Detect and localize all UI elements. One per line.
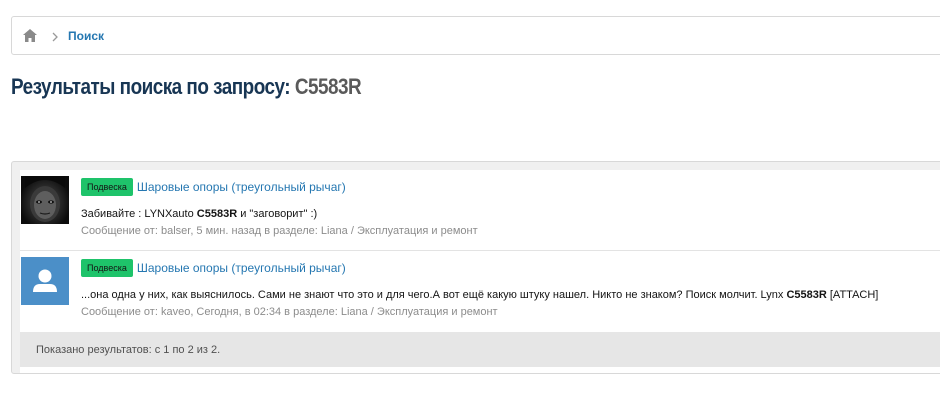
post-time: , 5 мин. назад (190, 225, 262, 237)
post-time: , Сегодня, в 02:34 (190, 306, 282, 318)
chevron-right-icon (51, 30, 59, 42)
list-item: Подвеска Шаровые опоры (треугольный рыча… (20, 170, 940, 251)
page-title: Результаты поиска по запросу: C5583R (11, 74, 362, 100)
snippet-text: и "заговорит" :) (237, 208, 318, 220)
home-icon[interactable] (23, 29, 37, 42)
author-link[interactable]: kaveo (161, 306, 190, 318)
search-results: Подвеска Шаровые опоры (треугольный рыча… (11, 161, 940, 374)
breadcrumb-search-link[interactable]: Поиск (68, 29, 104, 43)
author-link[interactable]: balser (161, 225, 190, 237)
snippet-text: ...она одна у них, как выяснилось. Сами … (81, 289, 787, 301)
snippet-highlight: C5583R (786, 289, 827, 301)
thread-link[interactable]: Шаровые опоры (треугольный рычаг) (137, 261, 346, 275)
thread-link[interactable]: Шаровые опоры (треугольный рычаг) (137, 180, 346, 194)
search-results-list: Подвеска Шаровые опоры (треугольный рыча… (20, 170, 940, 373)
prefix-badge[interactable]: Подвеска (81, 178, 133, 196)
section-link[interactable]: Liana / Эксплуатация и ремонт (341, 306, 498, 318)
page-title-prefix: Результаты поиска по запросу: (11, 74, 291, 99)
result-snippet: ...она одна у них, как выяснилось. Сами … (81, 289, 940, 301)
result-title: Подвеска Шаровые опоры (треугольный рыча… (81, 177, 940, 197)
result-content: Подвеска Шаровые опоры (треугольный рыча… (81, 258, 940, 318)
breadcrumb: Поиск (11, 16, 940, 55)
avatar[interactable] (21, 257, 69, 305)
meta-prefix: Сообщение от: (81, 225, 161, 237)
list-item: Подвеска Шаровые опоры (треугольный рыча… (20, 251, 940, 331)
results-footer: Показано результатов: с 1 по 2 из 2. (20, 332, 940, 367)
section-prefix: в разделе: (281, 306, 341, 318)
result-snippet: Забивайте : LYNXauto C5583R и "заговорит… (81, 208, 940, 220)
search-query: C5583R (294, 74, 362, 99)
result-meta: Сообщение от: kaveo, Сегодня, в 02:34 в … (81, 306, 940, 318)
result-meta: Сообщение от: balser, 5 мин. назад в раз… (81, 225, 940, 237)
prefix-badge[interactable]: Подвеска (81, 259, 133, 277)
result-content: Подвеска Шаровые опоры (треугольный рыча… (81, 177, 940, 237)
result-title: Подвеска Шаровые опоры (треугольный рыча… (81, 258, 940, 278)
snippet-text: [ATTACH] (826, 289, 879, 301)
snippet-text: Забивайте : LYNXauto (81, 208, 197, 220)
section-link[interactable]: Liana / Эксплуатация и ремонт (321, 225, 478, 237)
results-summary: Показано результатов: с 1 по 2 из 2. (36, 343, 221, 356)
avatar[interactable] (21, 176, 69, 224)
snippet-highlight: C5583R (196, 208, 238, 220)
section-prefix: в разделе: (261, 225, 321, 237)
meta-prefix: Сообщение от: (81, 306, 161, 318)
